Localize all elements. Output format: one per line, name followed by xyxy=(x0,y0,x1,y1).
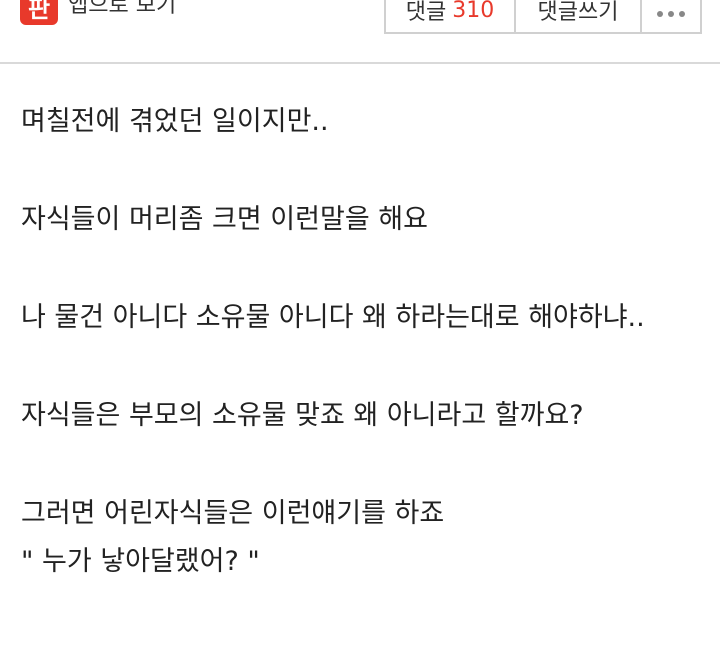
write-comment-label: 댓글쓰기 xyxy=(537,0,619,25)
post-body: 며칠전에 겪었던 일이지만.. 자식들이 머리좀 크면 이런말을 해요 나 물건… xyxy=(21,98,701,586)
write-comment-button[interactable]: 댓글쓰기 xyxy=(516,0,642,32)
app-logo-icon: 판 xyxy=(20,0,58,25)
post-actions: 댓글 310 댓글쓰기 xyxy=(384,0,702,34)
post-line: 며칠전에 겪었던 일이지만.. xyxy=(21,106,329,137)
comments-count: 310 xyxy=(452,0,495,23)
open-in-app-link[interactable]: 판 앱으로 보기 xyxy=(20,0,176,26)
post-line: 자식들은 부모의 소유물 맞죠 왜 아니라고 할까요? xyxy=(21,400,584,431)
post-line: 자식들이 머리좀 크면 이런말을 해요 xyxy=(21,204,428,235)
post-line: 그러면 어린자식들은 이런얘기를 하죠 xyxy=(21,498,445,529)
post-line: 나 물건 아니다 소유물 아니다 왜 하라는대로 해야하냐.. xyxy=(21,302,645,333)
top-bar: 판 앱으로 보기 댓글 310 댓글쓰기 xyxy=(0,0,720,64)
comments-label: 댓글 xyxy=(405,0,447,25)
more-dots-icon xyxy=(657,11,685,17)
page: 판 앱으로 보기 댓글 310 댓글쓰기 며칠전에 겪었던 일이지만.. 자식들… xyxy=(0,0,720,672)
post-line: " 누가 낳아달랬어? " xyxy=(21,546,260,577)
more-button[interactable] xyxy=(642,0,700,32)
open-in-app-label: 앱으로 보기 xyxy=(68,0,177,18)
comments-button[interactable]: 댓글 310 xyxy=(386,0,516,32)
